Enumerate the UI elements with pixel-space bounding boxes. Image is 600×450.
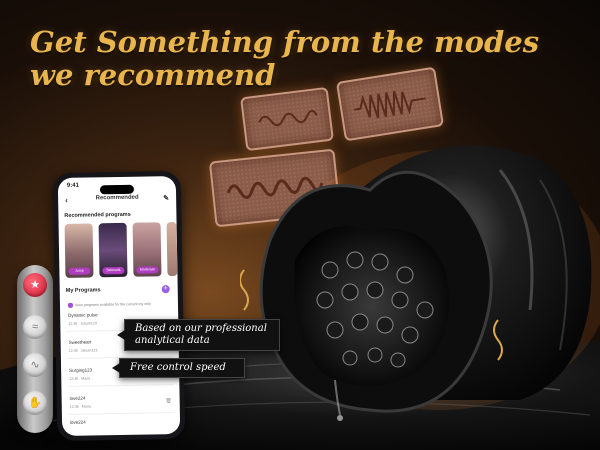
callout-analytical-data: Based on our professional analytical dat… bbox=[117, 319, 280, 351]
add-program-button[interactable]: + bbox=[161, 285, 170, 294]
trash-icon[interactable]: 🗑 bbox=[165, 398, 171, 404]
program-name: Surging123 bbox=[69, 367, 93, 373]
program-card[interactable] bbox=[166, 221, 178, 277]
my-programs-title: My Programs bbox=[65, 287, 101, 294]
edit-icon[interactable]: ✎ bbox=[163, 194, 169, 202]
program-tag: Jump bbox=[68, 267, 91, 275]
recommended-cards: Jump Sidewalk Moderate bbox=[64, 221, 178, 282]
status-time: 9:41 bbox=[66, 182, 79, 189]
headline: Get Something from the modes we recommen… bbox=[30, 26, 550, 92]
remote-control: ★ ≈ ∿ ✋ bbox=[17, 265, 53, 433]
vibration-icon: ∿ bbox=[30, 359, 40, 371]
wave-pattern-icon bbox=[354, 90, 426, 119]
dynamic-island bbox=[99, 184, 135, 195]
phone-mockup: 9:41 ‹ Recommended ✎ Recommended program… bbox=[52, 170, 186, 442]
program-name: Dynamic pulse bbox=[68, 312, 98, 318]
hand-icon: ✋ bbox=[28, 397, 42, 409]
headline-line-2: we recommend bbox=[30, 58, 276, 92]
headline-line-1: Get Something from the modes bbox=[30, 25, 540, 59]
program-author: Maria bbox=[81, 376, 91, 381]
vibration-button[interactable]: ∿ bbox=[23, 353, 47, 377]
phone-screen: 9:41 ‹ Recommended ✎ Recommended program… bbox=[57, 175, 181, 437]
power-button[interactable]: ★ bbox=[23, 273, 47, 297]
mode-icon: ≈ bbox=[31, 321, 39, 333]
program-name: love224 bbox=[69, 395, 86, 401]
program-card[interactable]: Jump bbox=[64, 223, 94, 278]
program-row[interactable]: love224 bbox=[68, 416, 174, 436]
ad-banner: Get Something from the modes we recommen… bbox=[0, 0, 600, 450]
checkbox-label: View programs available for the current … bbox=[74, 301, 151, 308]
nav-bar: ‹ Recommended ✎ bbox=[58, 194, 176, 210]
program-card[interactable]: Moderate bbox=[132, 222, 162, 277]
product-image bbox=[240, 145, 600, 421]
program-author: Maria bbox=[81, 404, 91, 409]
program-time: 12:36 bbox=[68, 348, 78, 353]
callout-free-speed: Free control speed bbox=[112, 358, 245, 378]
program-card[interactable]: Sidewalk bbox=[98, 222, 128, 278]
program-name: love224 bbox=[69, 419, 86, 425]
nav-title: Recommended bbox=[95, 194, 139, 202]
program-author: Jshum123 bbox=[80, 321, 97, 326]
program-time: 12:36 bbox=[69, 376, 79, 381]
power-icon: ★ bbox=[30, 279, 40, 291]
program-row[interactable]: love224 12:36 Maria 🗑 bbox=[67, 392, 174, 415]
program-tag: Sidewalk bbox=[102, 266, 125, 275]
back-arrow-icon[interactable]: ‹ bbox=[65, 196, 68, 205]
recommended-title: Recommended programs bbox=[64, 211, 131, 219]
checkbox-icon[interactable] bbox=[67, 302, 74, 308]
hand-button[interactable]: ✋ bbox=[23, 391, 47, 415]
mode-button[interactable]: ≈ bbox=[23, 315, 47, 339]
program-name: Sweetheart bbox=[68, 339, 92, 345]
filter-checkbox-row[interactable]: View programs available for the current … bbox=[67, 301, 151, 308]
program-time: 12:36 bbox=[69, 404, 79, 409]
program-tag: Moderate bbox=[136, 266, 159, 274]
program-author: Jshum123 bbox=[80, 348, 98, 353]
program-time: 12:36 bbox=[68, 321, 78, 326]
